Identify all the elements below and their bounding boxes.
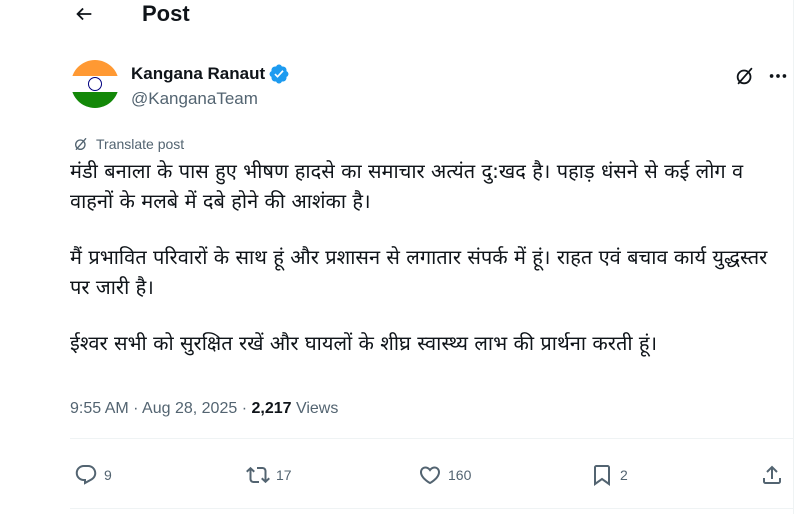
heart-icon	[419, 466, 441, 485]
more-options-button[interactable]	[764, 64, 792, 88]
meta-separator: ·	[128, 400, 143, 417]
repost-count: 17	[276, 467, 292, 483]
tweet-date[interactable]: Aug 28, 2025	[142, 400, 237, 417]
tweet-metadata: 9:55 AM · Aug 28, 2025 · 2,217 Views	[70, 398, 338, 420]
avatar-green-band	[71, 92, 119, 108]
grok-slash-circle-icon	[736, 67, 753, 85]
author-display-name[interactable]: Kangana Ranaut	[131, 64, 265, 84]
tweet-paragraph-2: मैं प्रभावित परिवारों के साथ हूं और प्रश…	[70, 245, 774, 299]
action-bar: 9 17 160 2	[66, 458, 793, 492]
avatar[interactable]	[71, 60, 119, 108]
back-button[interactable]	[66, 0, 102, 28]
translate-post-label: Translate post	[96, 136, 185, 152]
tweet-paragraph-3: ईश्वर सभी को सुरक्षित रखें और घायलों के …	[70, 331, 658, 355]
reply-button[interactable]: 9	[74, 458, 112, 492]
like-button[interactable]: 160	[418, 458, 471, 492]
more-horizontal-icon	[769, 74, 787, 78]
author-handle[interactable]: @KanganaTeam	[131, 89, 258, 109]
repost-icon	[246, 466, 270, 484]
tweet-paragraph-1: मंडी बनाला के पास हुए भीषण हादसे का समाच…	[70, 159, 750, 213]
verified-badge-icon[interactable]	[269, 64, 289, 84]
translate-icon	[75, 138, 87, 150]
grok-button[interactable]	[732, 64, 758, 88]
post-detail-panel: Post Kangana Ranaut @KanganaTeam Transla…	[0, 0, 794, 514]
author-name-row: Kangana Ranaut	[131, 64, 289, 84]
repost-button[interactable]: 17	[246, 458, 292, 492]
divider-bottom	[70, 508, 793, 509]
translate-post-link[interactable]: Translate post	[73, 136, 184, 152]
bookmark-count: 2	[620, 467, 628, 483]
arrow-left-icon	[76, 7, 92, 21]
divider-top	[70, 438, 793, 439]
ashoka-chakra-icon	[88, 77, 102, 91]
tweet-text: मंडी बनाला के पास हुए भीषण हादसे का समाच…	[70, 156, 790, 384]
share-button[interactable]	[760, 458, 784, 492]
bookmark-button[interactable]: 2	[590, 458, 628, 492]
page-header: Post	[0, 0, 793, 28]
meta-separator: ·	[237, 400, 252, 417]
like-count: 160	[448, 467, 472, 483]
page-title: Post	[142, 1, 190, 26]
bookmark-icon	[594, 465, 610, 486]
views-count: 2,217	[251, 400, 292, 417]
avatar-saffron-band	[71, 60, 119, 76]
share-icon	[763, 465, 781, 484]
tweet-time[interactable]: 9:55 AM	[70, 400, 129, 417]
reply-count: 9	[104, 467, 112, 483]
views-label: Views	[291, 400, 339, 417]
reply-icon	[75, 465, 97, 485]
